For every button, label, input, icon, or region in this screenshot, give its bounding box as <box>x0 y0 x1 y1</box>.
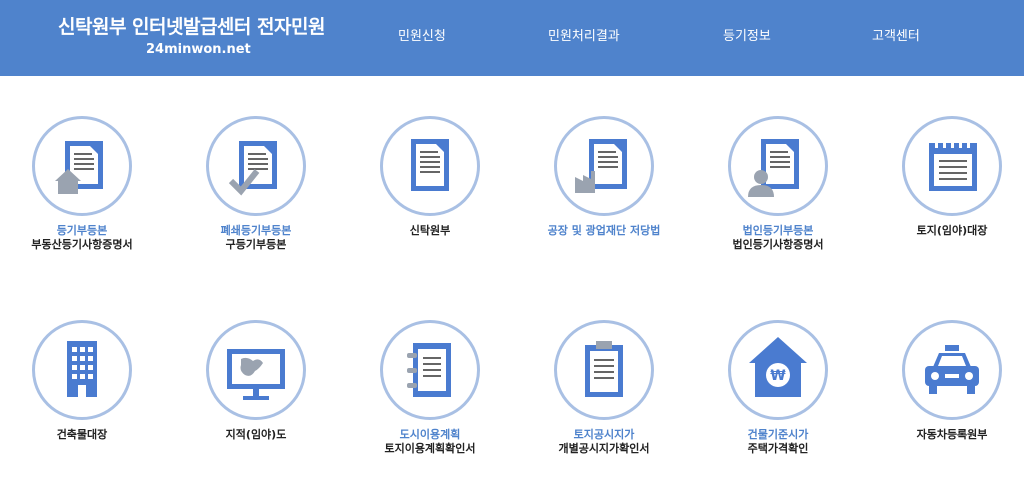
car-icon <box>925 345 979 394</box>
building-icon <box>67 341 97 397</box>
service-icon-ring <box>380 116 480 216</box>
service-icon-ring <box>206 116 306 216</box>
service-icon-ring <box>554 320 654 420</box>
service-icon-ring <box>32 116 132 216</box>
nav-customer-center[interactable]: 고객센터 <box>872 25 920 44</box>
notepad-icon <box>929 139 977 191</box>
service-icon-ring <box>380 320 480 420</box>
site-header: 신탁원부 인터넷발급센터 전자민원 24minwon.net 민원신청 민원처리… <box>0 0 1024 76</box>
service-sublabel: 주택가격확인 <box>747 442 809 455</box>
brand[interactable]: 신탁원부 인터넷발급센터 전자민원 24minwon.net <box>58 12 325 57</box>
service-label: 공장 및 광업재단 저당법 <box>547 224 661 237</box>
house-won-icon: ₩ <box>749 337 807 397</box>
service-icon-ring <box>554 116 654 216</box>
service-icon-ring <box>206 320 306 420</box>
service-icon-ring <box>902 320 1002 420</box>
document-icon <box>411 139 449 191</box>
nav-registry-info[interactable]: 등기정보 <box>723 25 771 44</box>
service-label: 건축물대장 <box>56 428 108 441</box>
service-icon-ring <box>902 116 1002 216</box>
site-title[interactable]: 신탁원부 인터넷발급센터 전자민원 <box>58 12 325 39</box>
house-document-icon <box>55 141 103 194</box>
clipboard-icon <box>585 341 623 397</box>
service-label: 지적(임야)도 <box>225 428 287 441</box>
service-icon-ring <box>728 116 828 216</box>
nav-results[interactable]: 민원처리결과 <box>548 25 620 44</box>
service-sublabel: 부동산등기사항증명서 <box>31 238 133 251</box>
map-monitor-icon <box>227 349 285 400</box>
service-sublabel: 개별공시지가확인서 <box>558 442 650 455</box>
factory-document-icon <box>575 139 627 193</box>
service-sublabel: 법인등기사항증명서 <box>732 238 824 251</box>
service-label: 자동차등록원부 <box>916 428 988 441</box>
binder-icon <box>407 343 451 397</box>
checkmark-document-icon <box>228 141 277 196</box>
service-sublabel: 토지이용계획확인서 <box>384 442 476 455</box>
service-label: 신탁원부 <box>409 224 451 237</box>
service-sublabel: 구등기부등본 <box>225 238 287 251</box>
service-label: 토지(임야)대장 <box>916 224 988 237</box>
site-url[interactable]: 24minwon.net <box>146 42 251 57</box>
service-icon-ring: ₩ <box>728 320 828 420</box>
svg-text:₩: ₩ <box>770 368 786 384</box>
service-icon-ring <box>32 320 132 420</box>
person-document-icon <box>748 139 799 197</box>
nav-apply[interactable]: 민원신청 <box>398 25 446 44</box>
